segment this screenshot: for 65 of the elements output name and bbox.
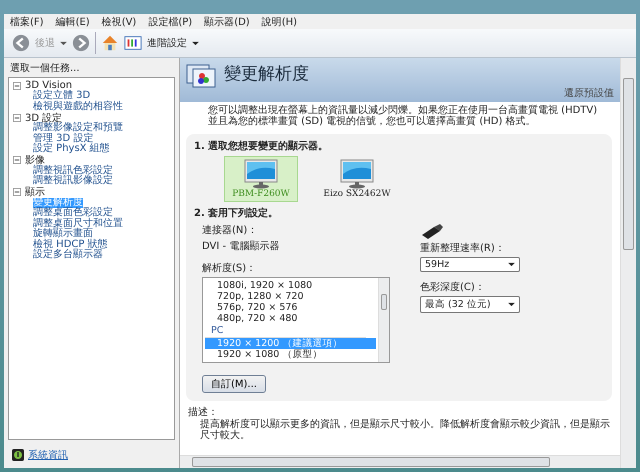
caret-icon[interactable] xyxy=(192,40,199,46)
caret-icon xyxy=(508,262,515,267)
description-label: 描述： xyxy=(187,406,219,418)
menu-item[interactable]: 顯示器(D) xyxy=(204,14,250,28)
tree-item[interactable]: 旋轉顯示畫面 xyxy=(33,229,93,240)
home-icon[interactable] xyxy=(101,34,119,52)
tree-item[interactable]: 調整視訊色彩設定 xyxy=(33,166,113,176)
color-depth-dropdown[interactable]: 最高 (32 位元) xyxy=(420,296,520,313)
display-option[interactable]: Eizo SX2462W xyxy=(320,156,394,202)
section-heading: 1. 選取您想要變更的顯示器。 xyxy=(194,140,330,153)
menu-item[interactable]: 編輯(E) xyxy=(56,14,90,28)
advanced-settings-button[interactable]: 進階設定 xyxy=(147,36,187,50)
resolution-option[interactable]: 1080i, 1920 × 1080 xyxy=(205,280,376,291)
refresh-rate-dropdown[interactable]: 59Hz xyxy=(420,257,520,272)
menu-item[interactable]: 檢視(V) xyxy=(102,14,136,28)
tree-item[interactable]: 設定 PhysX 組態 xyxy=(33,144,110,154)
resolution-option[interactable]: 576p, 720 × 576 xyxy=(205,302,376,313)
custom-button[interactable]: 自訂(M)... xyxy=(202,375,266,393)
grid-icon[interactable] xyxy=(124,34,142,52)
display-settings-icon xyxy=(186,62,216,88)
tree-item[interactable]: 設定立體 3D xyxy=(33,91,90,102)
section-heading: 2. 套用下列設定。 xyxy=(194,206,280,220)
system-info-link[interactable]: 系統資訊 xyxy=(28,448,68,462)
tree-category[interactable]: 顯示 xyxy=(25,185,45,199)
tree-item[interactable]: 檢視 HDCP 狀態 xyxy=(33,240,108,250)
monitor-icon xyxy=(340,159,374,189)
monitor-icon xyxy=(244,159,278,189)
vertical-scrollbar[interactable] xyxy=(620,58,636,468)
resolution-label: 解析度(S)： xyxy=(202,262,256,275)
color-depth-label: 色彩深度(C)： xyxy=(420,280,485,294)
list-scrollbar[interactable] xyxy=(378,278,389,362)
tree-item[interactable]: 管理 3D 設定 xyxy=(33,134,94,144)
display-option[interactable]: PBM-F260W xyxy=(224,156,298,202)
horizontal-scrollbar[interactable] xyxy=(180,455,620,468)
page-title: 變更解析度 xyxy=(224,63,309,85)
tree-item[interactable]: 調整視訊影像設定 xyxy=(33,176,113,186)
display-name: PBM-F260W xyxy=(232,189,290,199)
caret-icon[interactable] xyxy=(60,40,67,46)
tree-item[interactable]: 調整桌面色彩設定 xyxy=(33,208,113,218)
collapse-icon[interactable] xyxy=(13,82,21,90)
tree-category[interactable]: 3D Vision xyxy=(25,80,72,91)
task-heading: 選取一個任務... xyxy=(9,62,81,76)
refresh-rate-label: 重新整理速率(R)： xyxy=(420,242,505,255)
display-name: Eizo SX2462W xyxy=(323,189,391,199)
tree-item[interactable]: 調整桌面尺寸和位置 xyxy=(33,218,123,229)
cable-connector-icon xyxy=(420,223,444,241)
description-text: 提高解析度可以顯示更多的資訊，但是顯示尺寸較小。降低解析度會顯示較少資訊，但是顯示尺寸較大。 xyxy=(199,419,611,441)
connector-label: 連接器(N)： xyxy=(202,224,258,237)
caret-icon xyxy=(508,302,515,307)
tree-item[interactable]: 調整影像設定和預覽 xyxy=(33,123,123,134)
tree-item[interactable]: 設定多台顯示器 xyxy=(33,250,103,260)
collapse-icon[interactable] xyxy=(13,114,21,122)
resolution-option[interactable]: 1920 × 1080 （原型） xyxy=(205,349,376,360)
resolution-option[interactable]: 480p, 720 × 480 xyxy=(205,313,376,324)
menu-item[interactable]: 設定檔(P) xyxy=(148,14,192,28)
resolution-option[interactable]: 720p, 1280 × 720 xyxy=(205,291,376,302)
collapse-icon[interactable] xyxy=(13,156,21,164)
restore-defaults-link[interactable]: 還原預設值 xyxy=(564,86,614,100)
info-icon xyxy=(12,449,24,461)
intro-text: 您可以調整出現在螢幕上的資訊量以減少閃爍。如果您正在使用一台高畫質電視 (HDTV) 並且為您的標準畫質 (SD) 電視的信號，您也可以選擇高畫質 (HD) 格式。 xyxy=(207,104,598,129)
menu-item[interactable]: 說明(H) xyxy=(262,14,298,28)
menu-item[interactable]: 檔案(F) xyxy=(10,14,44,28)
tree-item[interactable]: 檢視與遊戲的相容性 xyxy=(33,102,123,112)
connector-value: DVI - 電腦顯示器 xyxy=(202,240,280,253)
collapse-icon[interactable] xyxy=(13,188,21,196)
